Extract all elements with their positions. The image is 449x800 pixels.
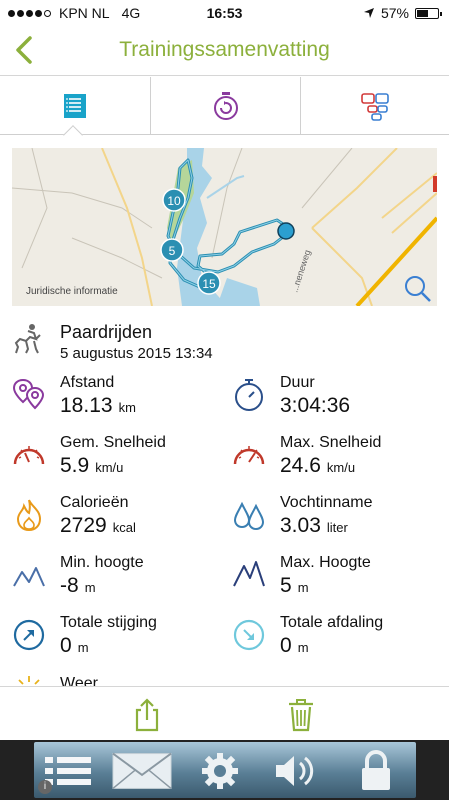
stat-value: 5 (280, 574, 292, 597)
stat-max-altitude: Max. Hoogte 5m (232, 554, 442, 606)
stat-max-speed: Max. Snelheid 24.6 km/u (232, 434, 442, 486)
stat-duration: Duur 3:04:36 (232, 374, 442, 426)
stat-label: Afstand (60, 374, 115, 391)
stat-unit: m (84, 580, 96, 595)
stat-label: Calorieën (60, 494, 129, 511)
stat-value: 5.9 (60, 454, 90, 477)
dock-settings-button[interactable] (190, 748, 250, 794)
stat-hydration: Vochtinname 3.03 liter (232, 494, 442, 546)
stat-value: 24.6 (280, 454, 321, 477)
padlock-icon (362, 750, 390, 790)
activity-name: Paardrijden (60, 322, 153, 342)
road-label: ...neneweg (289, 249, 312, 294)
stat-avg-speed: Gem. Snelheid 5.9 km/u (12, 434, 222, 486)
stat-unit: m (77, 640, 89, 655)
list-summary-icon (64, 94, 86, 118)
speedometer-max-icon (233, 446, 265, 465)
stat-label: Duur (280, 374, 315, 391)
stat-unit: km (118, 400, 136, 415)
stat-unit: km/u (95, 460, 124, 475)
navigation-bar: Trainingssamenvatting (0, 26, 449, 76)
lap-timer-icon (213, 92, 238, 120)
route-end-marker (277, 222, 295, 240)
map-marker-15[interactable]: 15 (197, 271, 221, 295)
stat-value: 2729 (60, 514, 107, 537)
stat-total-descent: Totale afdaling 0m (232, 614, 442, 666)
svg-text:10: 10 (167, 194, 181, 208)
action-bar (0, 686, 449, 740)
stat-min-altitude: Min. hoogte -8 m (12, 554, 222, 606)
map-search-icon[interactable] (405, 276, 431, 302)
summary-tabs (0, 77, 449, 135)
stat-label: Vochtinname (280, 494, 373, 511)
stopwatch-icon (235, 379, 263, 411)
tab-details[interactable] (300, 77, 449, 135)
stat-value: 3:04:36 (280, 394, 351, 417)
route-map[interactable]: 10 5 15 ...neneweg Juridische informatie (12, 148, 437, 306)
status-bar: KPN NL 4G 16:53 57% (0, 0, 449, 26)
svg-text:5: 5 (169, 244, 176, 258)
gear-icon (202, 753, 238, 789)
stat-label: Gem. Snelheid (60, 434, 166, 451)
trash-icon[interactable] (281, 696, 321, 734)
map-marker-5[interactable]: 5 (160, 238, 184, 262)
map-poi-marker (433, 176, 437, 192)
map-marker-10[interactable]: 10 (162, 188, 186, 212)
water-drops-icon (233, 501, 265, 531)
legal-info-link[interactable]: Juridische informatie (26, 286, 118, 297)
battery-percent: 57% (380, 5, 409, 21)
ascent-arrow-icon (13, 619, 45, 651)
stat-label: Max. Snelheid (280, 434, 382, 451)
horse-riding-icon (14, 324, 41, 354)
stat-distance: Afstand 18.13 km (12, 374, 222, 426)
stat-unit: m (297, 640, 309, 655)
envelope-icon (112, 752, 172, 789)
speaker-icon (276, 756, 314, 786)
mountain-high-icon (233, 561, 265, 587)
location-arrow-icon (363, 8, 374, 18)
flame-icon (16, 499, 42, 532)
stat-label: Min. hoogte (60, 554, 144, 571)
dock-lock-button[interactable] (346, 748, 406, 794)
stat-value: 0 (60, 634, 72, 657)
battery-icon (415, 7, 442, 19)
stat-value: 0 (280, 634, 292, 657)
activity-date: 5 augustus 2015 13:34 (60, 345, 213, 362)
stat-value: 18.13 (60, 394, 113, 417)
stat-unit: km/u (326, 460, 356, 475)
dock-mail-button[interactable] (112, 748, 172, 794)
stat-unit: liter (326, 520, 348, 535)
stat-value: 3.03 (280, 514, 321, 537)
info-icon[interactable]: i (38, 780, 52, 794)
mountain-low-icon (13, 567, 45, 587)
chart-bubbles-icon (361, 93, 389, 121)
svg-text:15: 15 (202, 277, 216, 291)
tab-laps[interactable] (150, 77, 300, 135)
share-icon[interactable] (127, 696, 167, 734)
stat-calories: Calorieën 2729 kcal (12, 494, 222, 546)
page-title: Trainingssamenvatting (119, 38, 330, 61)
stat-label: Totale afdaling (280, 614, 384, 631)
stat-unit: m (297, 580, 309, 595)
stat-label: Totale stijging (60, 614, 157, 631)
speedometer-icon (13, 446, 45, 465)
stat-unit: kcal (112, 520, 136, 535)
overlay-dock: i (0, 740, 449, 800)
distance-pins-icon (12, 378, 45, 410)
descent-arrow-icon (233, 619, 265, 651)
stat-label: Max. Hoogte (280, 554, 371, 571)
stat-value: -8 (60, 574, 79, 597)
dock-sound-button[interactable] (266, 748, 326, 794)
stat-total-ascent: Totale stijging 0m (12, 614, 222, 666)
